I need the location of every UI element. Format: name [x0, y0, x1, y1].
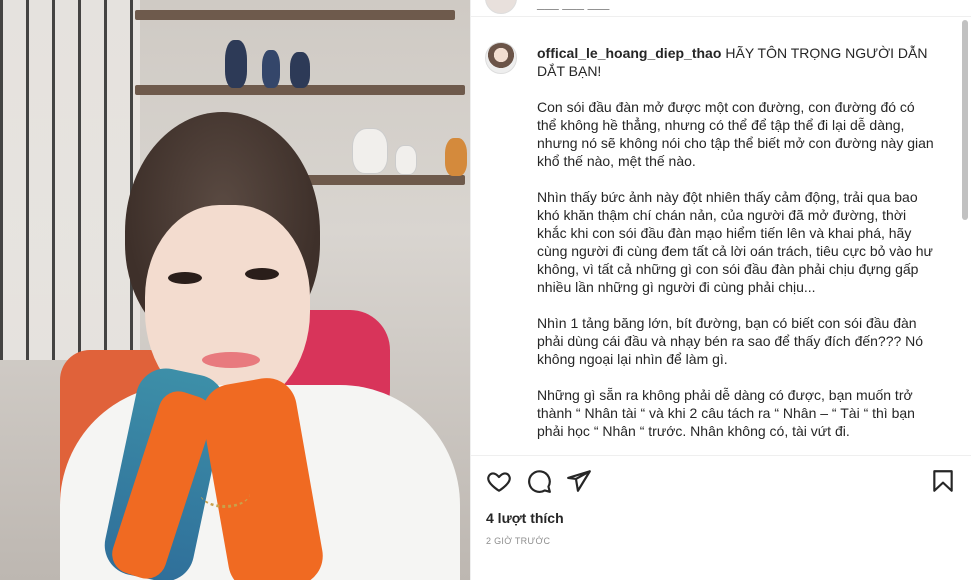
shelf	[300, 175, 465, 185]
lips	[202, 352, 260, 368]
like-count[interactable]: 4 lượt thích	[486, 510, 564, 526]
vase	[445, 138, 467, 176]
caption-avatar[interactable]	[485, 42, 517, 74]
caption-paragraph: Con sói đầu đàn mở được một con đường, c…	[537, 99, 934, 169]
eye	[245, 268, 279, 280]
scrollbar[interactable]	[962, 20, 968, 220]
heart-icon[interactable]	[486, 468, 512, 494]
caption: offical_le_hoang_diep_thao HÃY TÔN TRỌNG …	[537, 44, 937, 454]
post-photo	[0, 0, 470, 580]
vase	[262, 50, 280, 88]
comment-icon[interactable]	[526, 468, 552, 494]
send-icon[interactable]	[566, 468, 592, 494]
wall-stripes	[0, 0, 140, 360]
caption-username[interactable]: offical_le_hoang_diep_thao	[537, 45, 721, 61]
vase	[395, 145, 417, 175]
caption-paragraph: Những gì sẵn ra không phải dễ dàng có đư…	[537, 387, 915, 439]
top-username[interactable]: ___ ___ ___	[537, 0, 609, 11]
shelf	[135, 10, 455, 20]
caption-paragraph: Nhìn thấy bức ảnh này đột nhiên thấy cảm…	[537, 189, 933, 295]
vase	[290, 52, 310, 88]
bookmark-icon[interactable]	[930, 468, 956, 494]
vase	[225, 40, 247, 88]
post-time: 2 GIỜ TRƯỚC	[486, 536, 551, 546]
divider	[470, 16, 971, 17]
eye	[168, 272, 202, 284]
necklace	[200, 478, 250, 508]
divider	[470, 455, 971, 456]
vase	[352, 128, 388, 174]
caption-paragraph: Nhìn 1 tảng băng lớn, bít đường, bạn có …	[537, 315, 924, 367]
